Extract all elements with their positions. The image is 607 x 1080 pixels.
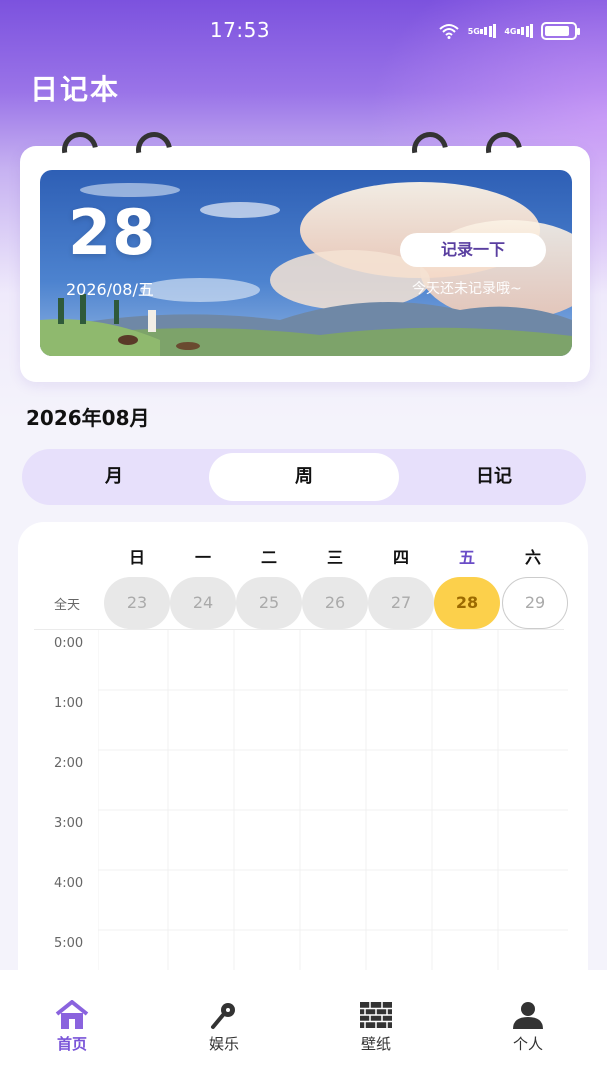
person-icon bbox=[513, 1002, 543, 1029]
hour-label: 4:00 bbox=[54, 876, 84, 891]
today-date-text: 2026/08/五 bbox=[66, 280, 154, 299]
signal-4g-icon: 4G bbox=[504, 24, 533, 38]
battery-icon bbox=[541, 22, 580, 40]
status-bar: 17:53 5G 4G bbox=[0, 0, 607, 60]
week-calendar-view: 日 一 二 三 四 五 六 全天 23 24 25 26 27 28 29 0:… bbox=[18, 522, 588, 992]
weekday-label: 四 bbox=[392, 548, 409, 567]
record-hint-text: 今天还未记录哦~ bbox=[412, 281, 522, 297]
home-icon bbox=[55, 1000, 89, 1029]
weekday-label: 日 bbox=[128, 548, 145, 567]
tab-label: 首页 bbox=[56, 1035, 87, 1053]
bottom-tab-bar: 首页 娱乐 壁纸 个人 bbox=[0, 970, 607, 1080]
hour-label: 5:00 bbox=[54, 936, 84, 951]
time-grid bbox=[98, 630, 568, 992]
hour-label: 2:00 bbox=[54, 756, 84, 771]
date-cell[interactable]: 25 bbox=[236, 577, 302, 629]
cover-landscape-image: 28 2026/08/五 记录一下 今天还未记录哦~ bbox=[40, 170, 572, 356]
battery-level bbox=[545, 26, 569, 36]
date-cell[interactable]: 23 bbox=[104, 577, 170, 629]
signal-5g-icon: 5G bbox=[468, 24, 497, 38]
brick-wall-icon bbox=[360, 1002, 392, 1028]
date-cell[interactable]: 27 bbox=[368, 577, 434, 629]
all-day-label: 全天 bbox=[54, 598, 81, 613]
weekday-label: 五 bbox=[458, 548, 475, 567]
record-button[interactable]: 记录一下 bbox=[400, 233, 546, 267]
date-cell-today[interactable]: 28 bbox=[434, 577, 500, 629]
date-cell[interactable]: 26 bbox=[302, 577, 368, 629]
weekday-label: 二 bbox=[260, 548, 277, 567]
today-day-number: 28 bbox=[68, 196, 157, 269]
tab-month[interactable]: 月 bbox=[34, 453, 194, 501]
hour-label: 0:00 bbox=[54, 636, 84, 651]
page-title: 日记本 bbox=[30, 73, 121, 106]
weekday-label: 六 bbox=[524, 548, 541, 567]
today-calendar-card: 28 2026/08/五 记录一下 今天还未记录哦~ bbox=[20, 124, 590, 382]
current-month-title: 2026年08月 bbox=[26, 406, 150, 430]
tab-week[interactable]: 周 bbox=[209, 453, 399, 501]
tab-profile[interactable]: 个人 bbox=[488, 1000, 568, 1054]
date-cell[interactable]: 24 bbox=[170, 577, 236, 629]
tab-label: 壁纸 bbox=[360, 1035, 391, 1053]
tab-home[interactable]: 首页 bbox=[32, 1000, 112, 1054]
tab-label: 个人 bbox=[512, 1035, 543, 1053]
view-mode-switcher: 月 周 日记 bbox=[22, 449, 586, 505]
weekday-label: 一 bbox=[194, 548, 211, 567]
tab-entertainment[interactable]: 娱乐 bbox=[184, 1000, 264, 1054]
status-time: 17:53 bbox=[209, 18, 271, 42]
tab-diary[interactable]: 日记 bbox=[414, 453, 574, 501]
wifi-icon bbox=[438, 23, 460, 39]
date-cell[interactable]: 29 bbox=[502, 577, 568, 629]
tab-wallpaper[interactable]: 壁纸 bbox=[336, 1000, 416, 1054]
hour-label: 1:00 bbox=[54, 696, 84, 711]
weekday-label: 三 bbox=[326, 548, 343, 567]
microphone-icon bbox=[211, 1003, 235, 1029]
hour-label: 3:00 bbox=[54, 816, 84, 831]
tab-label: 娱乐 bbox=[208, 1035, 239, 1053]
